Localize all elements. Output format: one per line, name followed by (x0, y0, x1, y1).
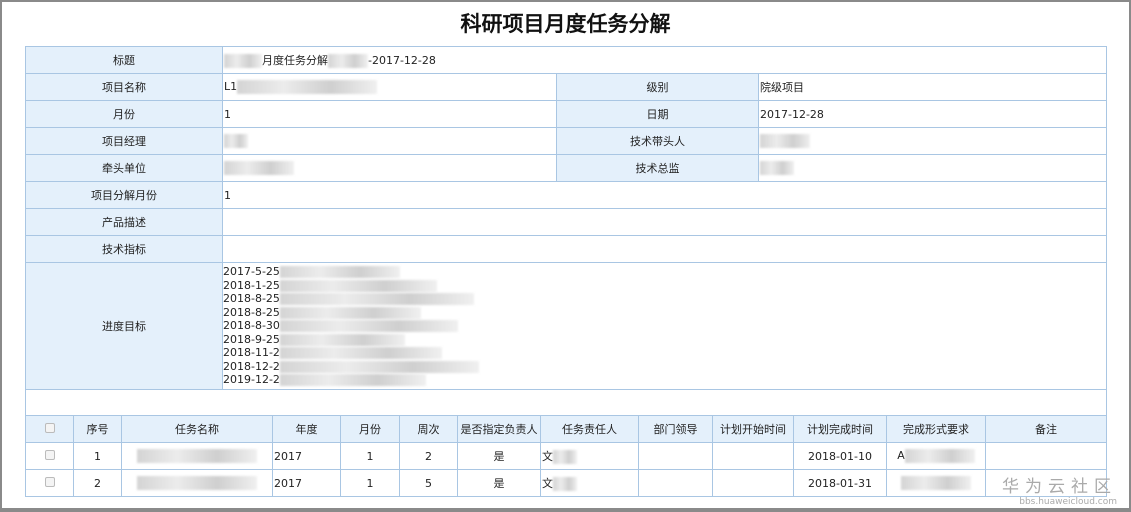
column-header[interactable]: 年度 (272, 415, 341, 443)
cell-end: 2018-01-10 (793, 442, 887, 470)
month-value: 1 (222, 100, 557, 128)
tech-lead-label: 技术带头人 (556, 127, 759, 155)
cell-owner: 文 (540, 442, 639, 470)
product-desc-value (221, 208, 1108, 236)
lead-unit-label: 牵头单位 (25, 154, 223, 182)
month-label: 月份 (25, 100, 223, 128)
date-value: 2017-12-28 (757, 100, 1108, 128)
cell-month: 1 (340, 442, 400, 470)
progress-value: 2017-5-25 2018-1-25 2018-8-25 2018-8-25 2018… (221, 262, 1108, 390)
progress-item: 2018-8-30 (224, 319, 1106, 333)
column-header[interactable]: 部门领导 (638, 415, 713, 443)
column-header[interactable]: 备注 (985, 415, 1107, 443)
progress-item: 2018-12-2 (224, 360, 1106, 374)
project-form: 标题 月度任务分解 -2017-12-28 项目名称 L1 级别 院级项目 月份 … (24, 46, 1108, 417)
cell-week: 5 (399, 469, 458, 497)
progress-label: 进度目标 (25, 262, 223, 390)
level-value: 院级项目 (757, 73, 1108, 101)
progress-item: 2018-1-25 (224, 279, 1106, 293)
row-checkbox[interactable] (25, 469, 74, 497)
cell-start (712, 442, 794, 470)
cell-start (712, 469, 794, 497)
level-label: 级别 (556, 73, 759, 101)
date-label: 日期 (556, 100, 759, 128)
decomp-month-value: 1 (221, 181, 1108, 209)
column-header[interactable]: 任务责任人 (540, 415, 639, 443)
column-header[interactable]: 序号 (73, 415, 122, 443)
cell-dept-leader (638, 469, 713, 497)
task-grid: 序号 任务名称 年度 月份 周次 是否指定负责人 任务责任人 部门领导 计划开始时间 计划完成时间… (25, 415, 1107, 497)
cell-year: 2017 (272, 469, 341, 497)
column-header[interactable]: 月份 (340, 415, 400, 443)
cell-assigned: 是 (457, 469, 541, 497)
tech-director-label: 技术总监 (556, 154, 759, 182)
cell-assigned: 是 (457, 442, 541, 470)
column-header[interactable]: 计划开始时间 (712, 415, 794, 443)
progress-item: 2017-5-25 (224, 265, 1106, 279)
cell-form (886, 469, 986, 497)
progress-item: 2019-12-2 (224, 373, 1106, 387)
tech-index-value (221, 235, 1108, 263)
project-name-label: 项目名称 (25, 73, 223, 101)
product-desc-label: 产品描述 (25, 208, 223, 236)
spacer-row (24, 389, 1108, 417)
decomp-month-label: 项目分解月份 (25, 181, 223, 209)
progress-item: 2018-9-25 (224, 333, 1106, 347)
row-checkbox[interactable] (25, 442, 74, 470)
column-header[interactable]: 是否指定负责人 (457, 415, 541, 443)
cell-remark (985, 442, 1107, 470)
table-row[interactable]: 2 2017 1 5 是文 2018-01-31 (25, 469, 1107, 497)
title-value: 月度任务分解 -2017-12-28 (221, 46, 1108, 74)
cell-form: A (886, 442, 986, 470)
progress-item: 2018-11-2 (224, 346, 1106, 360)
column-header[interactable]: 任务名称 (121, 415, 273, 443)
tech-index-label: 技术指标 (25, 235, 223, 263)
progress-item: 2018-8-25 (224, 306, 1106, 320)
watermark: 华为云社区 bbs.huaweicloud.com (1002, 477, 1117, 507)
manager-value (222, 127, 557, 155)
tech-lead-value (757, 127, 1108, 155)
cell-month: 1 (340, 469, 400, 497)
cell-end: 2018-01-31 (793, 469, 887, 497)
page-title: 科研项目月度任务分解 (460, 12, 671, 36)
lead-unit-value (222, 154, 557, 182)
cell-week: 2 (399, 442, 458, 470)
cell-task-name (121, 442, 273, 470)
project-name-value: L1 (222, 73, 557, 101)
column-header[interactable]: 计划完成时间 (793, 415, 887, 443)
title-label: 标题 (25, 46, 223, 74)
progress-item: 2018-8-25 (224, 292, 1106, 306)
select-all-checkbox[interactable] (25, 415, 74, 443)
column-header[interactable]: 周次 (399, 415, 458, 443)
cell-task-name (121, 469, 273, 497)
cell-no: 1 (73, 442, 122, 470)
table-row[interactable]: 1 2017 1 2 是文 2018-01-10 A (25, 442, 1107, 470)
cell-owner: 文 (540, 469, 639, 497)
cell-dept-leader (638, 442, 713, 470)
tech-director-value (757, 154, 1108, 182)
column-header[interactable]: 完成形式要求 (886, 415, 986, 443)
manager-label: 项目经理 (25, 127, 223, 155)
cell-no: 2 (73, 469, 122, 497)
cell-year: 2017 (272, 442, 341, 470)
